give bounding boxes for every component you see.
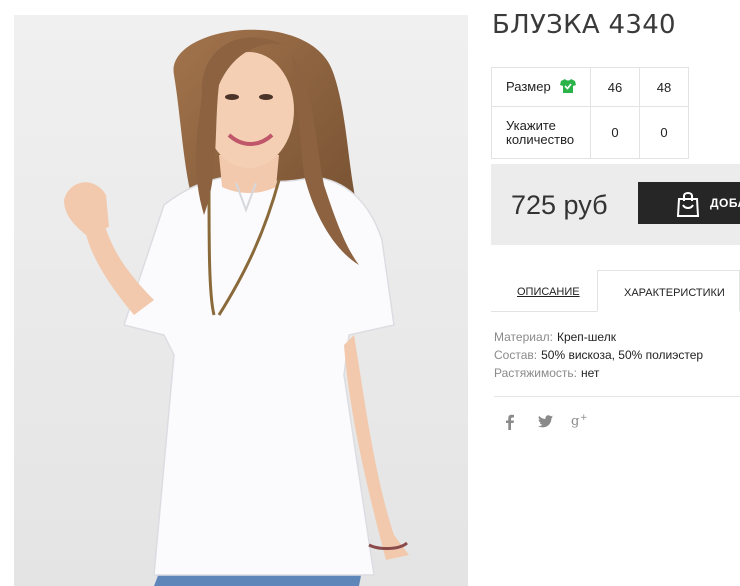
price: 725 руб bbox=[511, 190, 608, 220]
property-material: Материал: Креп-шелк bbox=[494, 328, 703, 346]
add-to-cart-label: ДОБАВИТЬ bbox=[710, 196, 740, 210]
tab-characteristics[interactable]: ХАРАКТЕРИСТИКИ bbox=[597, 270, 740, 312]
add-to-cart-button[interactable]: ДОБАВИТЬ bbox=[638, 182, 740, 224]
size-label: Размер bbox=[506, 78, 551, 94]
google-plus-icon[interactable]: g + bbox=[571, 412, 589, 432]
property-key: Состав: bbox=[494, 348, 538, 362]
svg-text:+: + bbox=[580, 413, 588, 423]
property-key: Растяжимость: bbox=[494, 366, 578, 380]
size-quantity-table: Размер 46 48 Укажите количество 0 0 bbox=[491, 67, 689, 159]
property-value: нет bbox=[581, 366, 600, 380]
tab-characteristics-label: ХАРАКТЕРИСТИКИ bbox=[624, 287, 725, 299]
price-box: 725 руб ДОБАВИТЬ bbox=[491, 164, 740, 245]
model-photo-illustration bbox=[14, 15, 468, 586]
size-cell-46: 46 bbox=[590, 67, 640, 107]
property-key: Материал: bbox=[494, 330, 553, 344]
characteristics-list: Материал: Креп-шелк Состав: 50% вискоза, 5… bbox=[494, 328, 703, 382]
twitter-icon[interactable] bbox=[538, 414, 553, 432]
quantity-input-46[interactable]: 0 bbox=[590, 106, 640, 159]
quantity-label: Укажите количество bbox=[491, 106, 591, 159]
product-tabs: ОПИСАНИЕ ХАРАКТЕРИСТИКИ bbox=[491, 270, 740, 312]
tab-description[interactable]: ОПИСАНИЕ bbox=[491, 270, 597, 312]
property-value: 50% вискоза, 50% полиэстер bbox=[541, 348, 704, 362]
tab-description-label: ОПИСАНИЕ bbox=[517, 286, 580, 298]
quantity-input-48[interactable]: 0 bbox=[639, 106, 689, 159]
size-cell-48: 48 bbox=[639, 67, 689, 107]
property-composition: Состав: 50% вискоза, 50% полиэстер bbox=[494, 346, 703, 364]
facebook-icon[interactable] bbox=[505, 414, 515, 434]
product-title: БЛУЗКА 4340 bbox=[492, 10, 676, 40]
shirt-icon[interactable] bbox=[560, 78, 577, 96]
property-stretch: Растяжимость: нет bbox=[494, 364, 703, 382]
product-photo[interactable] bbox=[14, 15, 468, 586]
separator bbox=[494, 396, 740, 397]
size-label-cell: Размер bbox=[491, 67, 591, 107]
svg-text:g: g bbox=[571, 414, 579, 428]
property-value: Креп-шелк bbox=[556, 330, 616, 344]
shopping-bag-icon bbox=[676, 191, 700, 220]
